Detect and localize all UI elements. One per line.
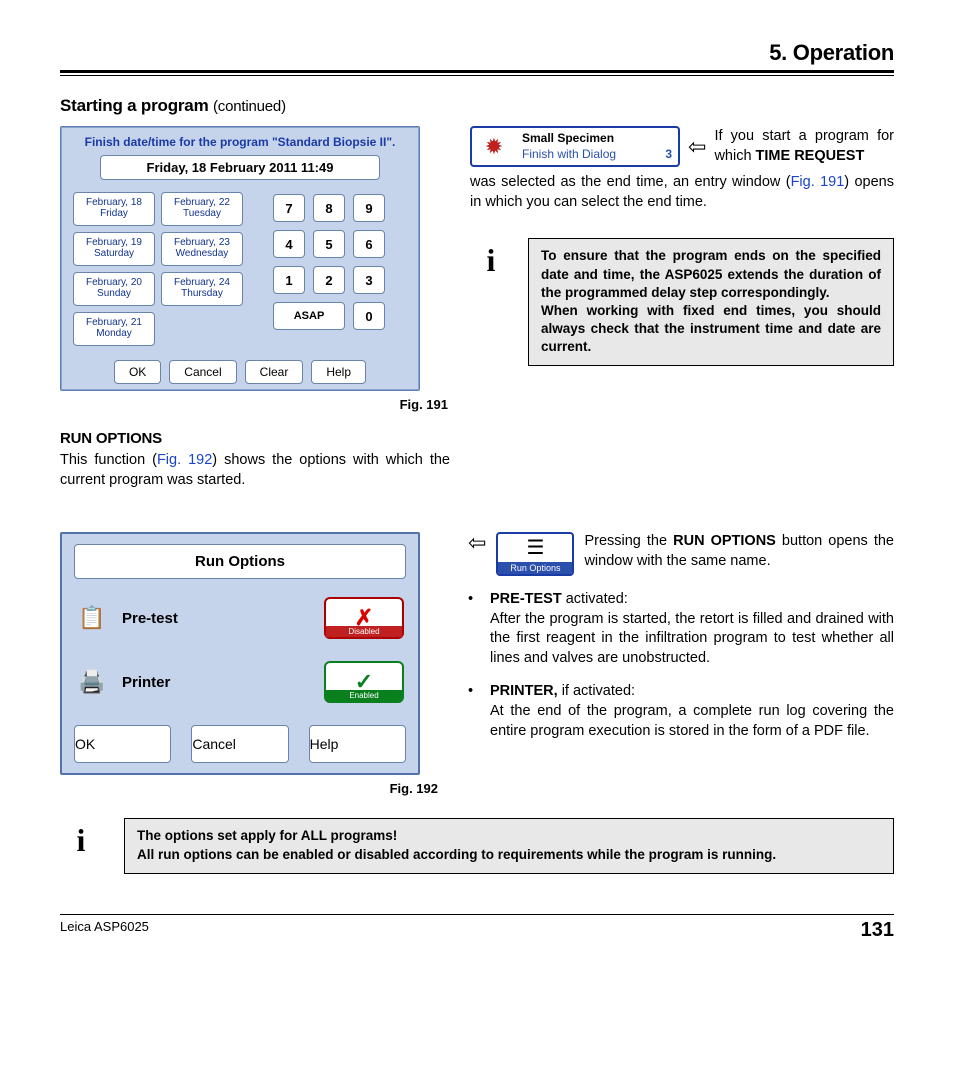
figure-caption-191: Fig. 191 xyxy=(60,397,448,412)
info-icon: i xyxy=(470,238,512,365)
rule-thin xyxy=(60,75,894,76)
numpad-button[interactable]: 7 xyxy=(273,194,305,222)
run-options-heading: RUN OPTIONS xyxy=(60,430,450,447)
page-number: 131 xyxy=(861,919,894,942)
numpad-button[interactable]: 2 xyxy=(313,266,345,294)
list-icon: ☰ xyxy=(526,538,544,558)
run-option-row: 📋 Pre-test ✗ Disabled xyxy=(76,597,404,639)
button-label: Run Options xyxy=(498,562,572,574)
heading-main: Starting a program xyxy=(60,96,208,115)
date-option-button[interactable]: February, 23Wednesday xyxy=(161,232,243,266)
rule-thick xyxy=(60,70,894,73)
run-options-title: Run Options xyxy=(74,544,406,579)
run-option-row: 🖨️ Printer ✓ Enabled xyxy=(76,661,404,703)
run-options-intro: This function (Fig. 192) shows the optio… xyxy=(60,451,450,490)
figure-reference: Fig. 191 xyxy=(791,174,845,190)
program-subline: Finish with Dialog xyxy=(522,147,616,163)
numpad-button[interactable]: 8 xyxy=(313,194,345,222)
clipboard-icon: 📋 xyxy=(76,602,108,634)
numpad-button[interactable]: 5 xyxy=(313,230,345,258)
help-button[interactable]: Help xyxy=(309,725,406,763)
numpad-button[interactable]: 1 xyxy=(273,266,305,294)
cancel-button[interactable]: Cancel xyxy=(169,360,236,384)
starting-heading: Starting a program (continued) xyxy=(60,96,894,116)
run-options-button[interactable]: ☰ Run Options xyxy=(496,532,574,576)
info-note-2: The options set apply for ALL programs! … xyxy=(124,818,894,874)
run-options-desc: Pressing the RUN OPTIONS button opens th… xyxy=(584,532,894,571)
option-label: Pre-test xyxy=(122,610,310,627)
date-option-button[interactable]: February, 24Thursday xyxy=(161,272,243,306)
option-label: Printer xyxy=(122,674,310,691)
info-icon: i xyxy=(60,818,102,859)
numpad-button[interactable]: 6 xyxy=(353,230,385,258)
date-selection-grid: February, 18Friday February, 22Tuesday F… xyxy=(73,192,243,346)
help-button[interactable]: Help xyxy=(311,360,366,384)
ok-button[interactable]: OK xyxy=(74,725,171,763)
arrow-left-icon: ⇦ xyxy=(688,136,706,158)
ok-button[interactable]: OK xyxy=(114,360,161,384)
date-option-button[interactable]: February, 18Friday xyxy=(73,192,155,226)
footer-product: Leica ASP6025 xyxy=(60,919,149,942)
date-option-button[interactable]: February, 21Monday xyxy=(73,312,155,346)
date-option-button[interactable]: February, 22Tuesday xyxy=(161,192,243,226)
arrow-left-icon: ⇦ xyxy=(468,532,486,554)
toggle-state: Disabled xyxy=(326,626,402,637)
numpad-button[interactable]: 4 xyxy=(273,230,305,258)
bullet-item: • PRINTER, if activated: At the end of t… xyxy=(468,682,894,741)
program-chip[interactable]: ✹ Small Specimen Finish with Dialog 3 xyxy=(470,126,680,167)
numpad-zero-button[interactable]: 0 xyxy=(353,302,385,330)
asap-button[interactable]: ASAP xyxy=(273,302,345,330)
option-toggle-enabled[interactable]: ✓ Enabled xyxy=(324,661,404,703)
section-header: 5. Operation xyxy=(60,40,894,66)
cancel-button[interactable]: Cancel xyxy=(191,725,288,763)
run-options-dialog: Run Options 📋 Pre-test ✗ Disabled 🖨️ Pri… xyxy=(60,532,420,775)
time-request-paragraph-inline: If you start a pro­gram for which TIME R… xyxy=(714,127,894,166)
program-name: Small Specimen xyxy=(522,131,672,147)
figure-caption-192: Fig. 192 xyxy=(60,781,438,796)
program-count: 3 xyxy=(665,147,672,163)
selected-datetime-display: Friday, 18 February 2011 11:49 xyxy=(100,155,380,180)
heading-continued: (continued) xyxy=(213,98,286,115)
time-request-paragraph: was selected as the end time, an entry w… xyxy=(470,173,894,212)
printer-icon: 🖨️ xyxy=(76,666,108,698)
date-option-button[interactable]: February, 19Saturday xyxy=(73,232,155,266)
clear-button[interactable]: Clear xyxy=(245,360,304,384)
numpad-button[interactable]: 3 xyxy=(353,266,385,294)
bullet-item: • PRE-TEST activated: After the program … xyxy=(468,590,894,668)
option-toggle-disabled[interactable]: ✗ Disabled xyxy=(324,597,404,639)
specimen-icon: ✹ xyxy=(472,128,516,165)
toggle-state: Enabled xyxy=(326,690,402,701)
footer-rule xyxy=(60,914,894,915)
date-option-button[interactable]: February, 20Sunday xyxy=(73,272,155,306)
time-numpad: 7 8 9 4 5 6 1 2 3 ASAP 0 xyxy=(251,192,407,346)
figure-reference: Fig. 192 xyxy=(157,452,212,468)
dialog-title: Finish date/time for the program "Standa… xyxy=(67,135,413,149)
finish-datetime-dialog: Finish date/time for the program "Standa… xyxy=(60,126,420,391)
numpad-button[interactable]: 9 xyxy=(353,194,385,222)
info-note-1: To ensure that the program ends on the s… xyxy=(528,238,894,365)
